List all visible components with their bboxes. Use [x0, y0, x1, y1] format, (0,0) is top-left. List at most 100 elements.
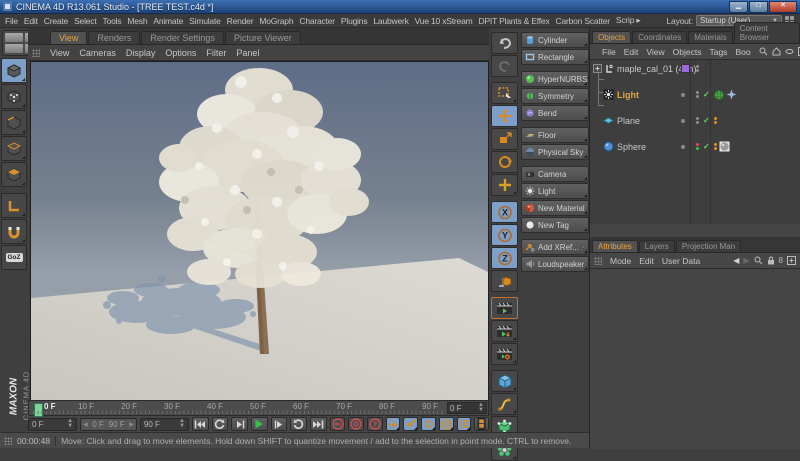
expand-icon[interactable]	[593, 64, 602, 73]
history-forward-icon[interactable]: ▶	[743, 256, 749, 265]
undo-button[interactable]	[491, 32, 518, 54]
tab-view[interactable]: View	[50, 31, 88, 44]
polygon-mode-button[interactable]	[1, 162, 27, 187]
vpmenu-panel[interactable]: Panel	[236, 48, 259, 58]
lock-icon[interactable]	[767, 256, 775, 265]
current-frame-field[interactable]: 0 F ▲ ▼	[447, 402, 487, 414]
history-back-icon[interactable]: ◀	[733, 256, 739, 265]
layer-color-tag[interactable]	[681, 64, 690, 73]
point-mode-button[interactable]	[1, 84, 27, 109]
edge-mode-button[interactable]	[1, 110, 27, 135]
om-edit[interactable]: Edit	[624, 47, 639, 57]
target-tag-icon[interactable]	[726, 89, 737, 100]
vpmenu-view[interactable]: View	[50, 48, 69, 58]
play-forward-button[interactable]	[290, 417, 307, 431]
keyframe-selection-button[interactable]: ?	[367, 417, 383, 431]
tab-picture-viewer[interactable]: Picture Viewer	[224, 31, 301, 44]
coordinate-system-button[interactable]	[491, 270, 518, 292]
tree-row-sphere[interactable]: Sphere ✓	[590, 140, 800, 153]
tree-row-plane[interactable]: Plane ✓	[590, 114, 800, 127]
maximize-button[interactable]: □	[749, 0, 768, 13]
search-icon[interactable]	[754, 256, 763, 265]
playhead[interactable]	[34, 403, 43, 417]
vpmenu-filter[interactable]: Filter	[206, 48, 226, 58]
minimize-button[interactable]: ▁	[729, 0, 748, 13]
palette-new-material-button[interactable]: New Material	[521, 200, 589, 216]
om-objects[interactable]: Objects	[673, 47, 702, 57]
enabled-check-icon[interactable]: ✓	[703, 90, 710, 99]
panel-grip-icon[interactable]	[594, 256, 602, 265]
tree-row-maple[interactable]: maple_cal_01 (4 m)	[590, 62, 800, 75]
tab-materials[interactable]: Materials	[688, 31, 733, 43]
rotate-tool-button[interactable]	[491, 151, 518, 173]
om-file[interactable]: File	[602, 47, 616, 57]
tab-objects[interactable]: Objects	[592, 31, 632, 43]
tab-renders[interactable]: Renders	[88, 31, 141, 44]
menu-select[interactable]: Select	[74, 16, 97, 26]
snap-button[interactable]	[1, 219, 27, 244]
palette-bend-button[interactable]: Bend	[521, 105, 589, 121]
next-frame-button[interactable]	[270, 417, 288, 431]
key-pla-toggle[interactable]	[456, 417, 472, 431]
tab-attributes[interactable]: Attributes	[592, 240, 638, 252]
menu-script[interactable]: Scrip ▸	[616, 15, 641, 26]
key-position-toggle[interactable]	[385, 417, 401, 431]
om-view[interactable]: View	[646, 47, 664, 57]
menu-tools[interactable]: Tools	[103, 16, 122, 26]
link-icon[interactable]	[785, 47, 794, 56]
key-parameter-toggle[interactable]: P	[438, 417, 454, 431]
scale-tool-button[interactable]	[491, 128, 518, 150]
menu-dpit[interactable]: DPIT Plants & Effex	[479, 16, 550, 26]
key-scale-toggle[interactable]	[403, 417, 419, 431]
visibility-dots[interactable]	[696, 91, 699, 98]
palette-rectangle-button[interactable]: Rectangle	[521, 49, 589, 65]
move-tool-button[interactable]	[491, 105, 518, 127]
menu-file[interactable]: File	[5, 16, 18, 26]
menu-mesh[interactable]: Mesh	[127, 16, 147, 26]
model-mode-button[interactable]	[1, 58, 27, 83]
menu-animate[interactable]: Animate	[153, 16, 183, 26]
tag-icons[interactable]	[714, 117, 717, 124]
enabled-check-icon[interactable]: ✓	[703, 116, 710, 125]
range-slider[interactable]: ◀ 0 F 90 F ▶	[80, 417, 137, 431]
live-selection-button[interactable]	[491, 82, 518, 104]
palette-new-tag-button[interactable]: New Tag	[521, 217, 589, 233]
menu-plugins[interactable]: Plugins	[341, 16, 368, 26]
record-keyframe-button[interactable]	[329, 417, 346, 431]
add-cube-button[interactable]	[491, 370, 518, 392]
panel-grip-icon[interactable]	[32, 48, 40, 57]
menu-create[interactable]: Create	[44, 16, 69, 26]
tab-layers[interactable]: Layers	[638, 240, 675, 252]
polygon-edge-mode-button[interactable]	[1, 136, 27, 161]
play-backward-button[interactable]	[211, 417, 229, 431]
compositing-tag-icon[interactable]	[714, 89, 724, 100]
am-user-data[interactable]: User Data	[662, 256, 700, 266]
palette-add-xref-button[interactable]: Add XRef...	[521, 239, 589, 255]
link-chain-icon[interactable]: 8	[779, 256, 783, 265]
om-tags[interactable]: Tags	[709, 47, 727, 57]
key-rotation-toggle[interactable]	[421, 417, 436, 431]
goz-button[interactable]: GoZ	[1, 245, 27, 270]
palette-light-button[interactable]: Light	[521, 183, 589, 199]
home-icon[interactable]	[772, 47, 781, 56]
panel-grip-icon[interactable]	[4, 436, 12, 445]
menu-simulate[interactable]: Simulate	[189, 16, 221, 26]
tab-render-settings[interactable]: Render Settings	[141, 31, 224, 44]
add-panel-icon[interactable]	[787, 256, 796, 265]
end-frame-field[interactable]: 90 F ▲ ▼	[139, 417, 189, 431]
range-left-arrow[interactable]: ◀	[83, 421, 88, 428]
previous-frame-button[interactable]	[231, 417, 248, 431]
menu-carbon-scatter[interactable]: Carbon Scatter	[556, 16, 611, 26]
tab-coordinates[interactable]: Coordinates	[632, 31, 688, 43]
vpmenu-display[interactable]: Display	[126, 48, 156, 58]
spline-pen-button[interactable]	[491, 393, 518, 415]
menu-laubwerk[interactable]: Laubwerk	[373, 16, 408, 26]
vpmenu-cameras[interactable]: Cameras	[79, 48, 116, 58]
play-button[interactable]	[250, 417, 268, 431]
autokey-button[interactable]	[348, 417, 365, 431]
palette-hypernurbs-button[interactable]: HyperNURBS	[521, 71, 589, 87]
timeline-ruler[interactable]: 0 F 10 F 20 F 30 F 40 F 50 F 60 F 70 F 8…	[28, 400, 489, 417]
texture-tag-icon[interactable]	[719, 141, 730, 152]
render-view-button[interactable]	[491, 297, 518, 319]
palette-symmetry-button[interactable]: Symmetry	[521, 88, 589, 104]
